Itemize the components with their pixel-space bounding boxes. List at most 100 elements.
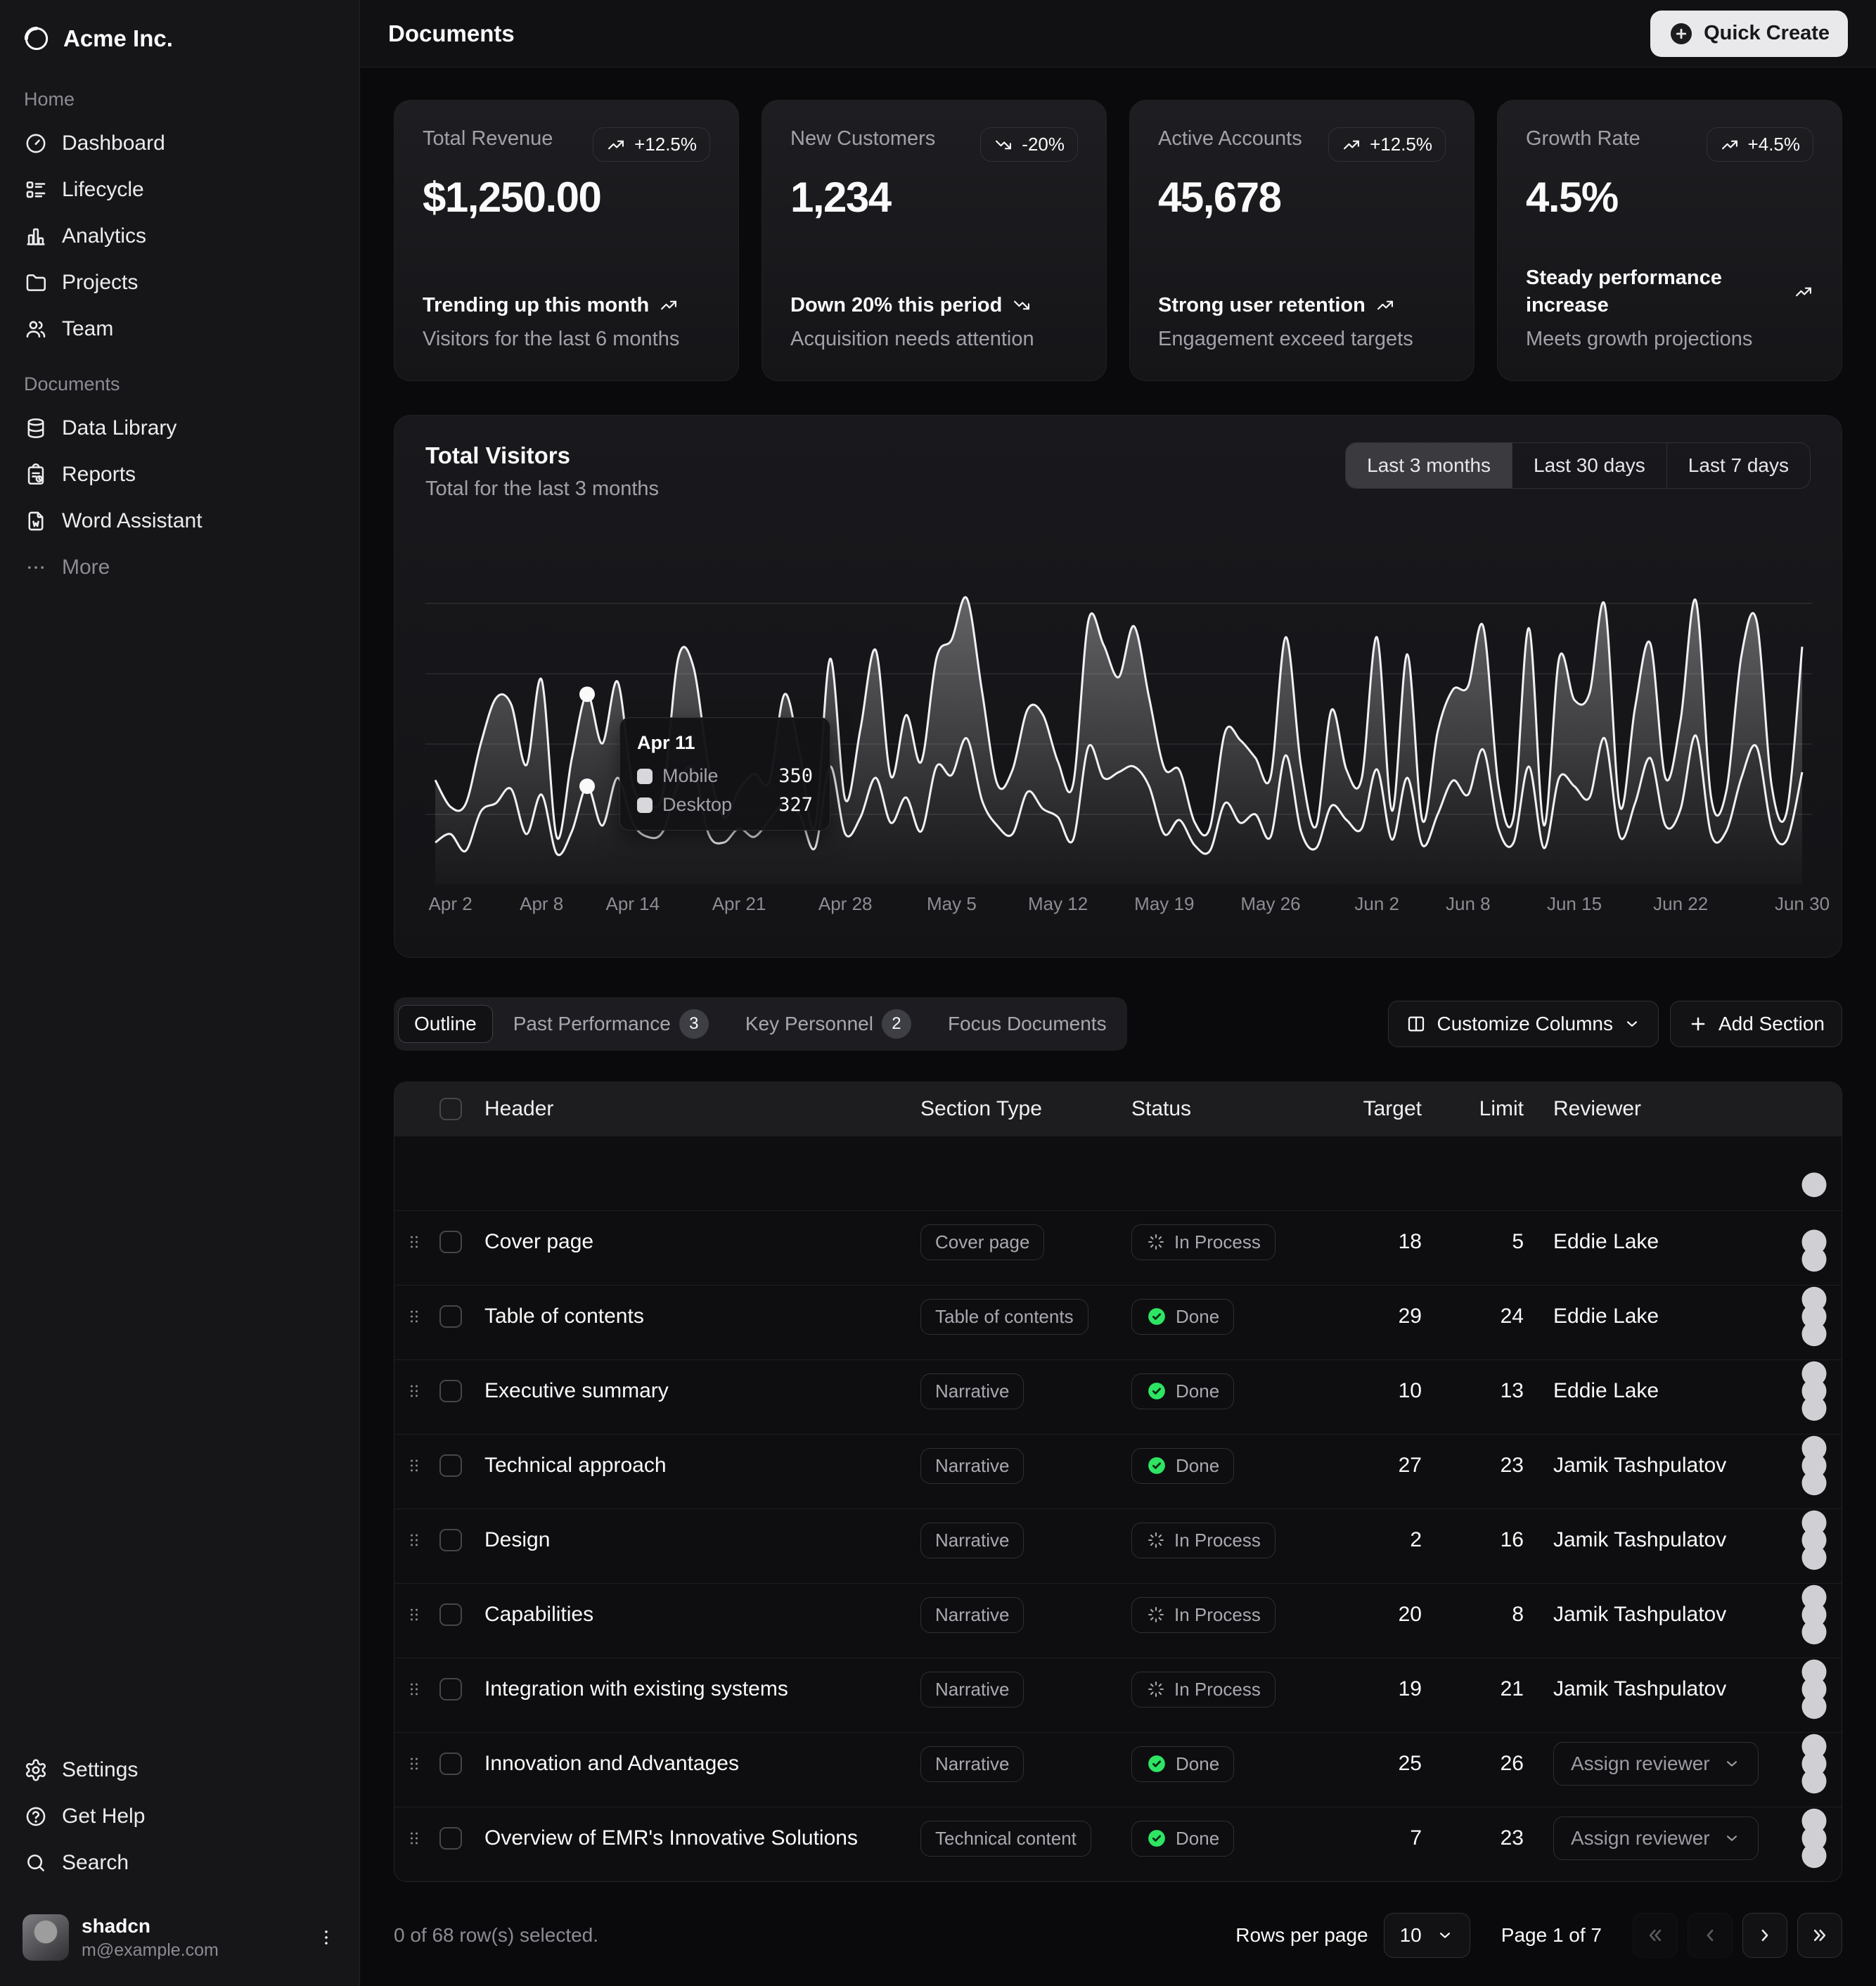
row-checkbox[interactable] (439, 1305, 462, 1328)
row-checkbox[interactable] (439, 1380, 462, 1402)
range-last-30-days[interactable]: Last 30 days (1512, 443, 1666, 488)
sidebar-item-word-assistant[interactable]: Word Assistant (11, 498, 348, 544)
row-header[interactable]: Integration with existing systems (479, 1677, 915, 1701)
first-page-button[interactable] (1633, 1913, 1678, 1958)
grip-vertical-icon (404, 1679, 425, 1700)
grip-vertical-icon (404, 1604, 425, 1625)
row-header[interactable]: Overview of EMR's Innovative Solutions (479, 1826, 915, 1850)
avatar (23, 1914, 69, 1961)
limit-value[interactable]: 26 (1446, 1752, 1548, 1776)
stat-card-growth-rate: Growth Rate +4.5% 4.5% Steady performanc… (1497, 100, 1842, 381)
tab-count-badge: 3 (679, 1009, 709, 1039)
customize-columns-button[interactable]: Customize Columns (1388, 1001, 1659, 1047)
select-all-checkbox[interactable] (439, 1098, 462, 1120)
quick-create-button[interactable]: Quick Create (1650, 11, 1848, 57)
chevron-right-icon (1754, 1925, 1775, 1946)
row-header[interactable]: Cover page (479, 1230, 915, 1254)
limit-value[interactable]: 5 (1446, 1230, 1548, 1254)
rows-per-page-select[interactable]: 10 (1384, 1913, 1470, 1958)
target-value[interactable]: 27 (1344, 1454, 1446, 1478)
sidebar-item-reports[interactable]: Reports (11, 451, 348, 498)
limit-value[interactable]: 23 (1446, 1826, 1548, 1850)
sidebar-item-search[interactable]: Search (11, 1840, 348, 1886)
stat-footnote-secondary: Meets growth projections (1526, 328, 1813, 351)
target-value[interactable]: 10 (1344, 1379, 1446, 1403)
target-value[interactable]: 18 (1344, 1230, 1446, 1254)
stat-value: 45,678 (1158, 173, 1446, 222)
target-value[interactable]: 25 (1344, 1752, 1446, 1776)
columns-icon (1406, 1013, 1427, 1034)
last-page-button[interactable] (1797, 1913, 1842, 1958)
tab-outline[interactable]: Outline (398, 1005, 493, 1043)
trend-badge: -20% (980, 127, 1078, 162)
row-actions-button[interactable] (1787, 1807, 1842, 1882)
drag-handle[interactable] (394, 1455, 434, 1476)
user-email: m@example.com (82, 1940, 219, 1961)
target-value[interactable]: 29 (1344, 1305, 1446, 1328)
row-checkbox[interactable] (439, 1454, 462, 1477)
row-header[interactable]: Table of contents (479, 1305, 915, 1328)
next-page-button[interactable] (1742, 1913, 1787, 1958)
drag-handle[interactable] (394, 1306, 434, 1327)
target-value[interactable]: 20 (1344, 1603, 1446, 1627)
row-checkbox[interactable] (439, 1231, 462, 1253)
tab-past-performance[interactable]: Past Performance 3 (497, 1001, 725, 1046)
sidebar-item-lifecycle[interactable]: Lifecycle (11, 167, 348, 213)
sidebar-item-data-library[interactable]: Data Library (11, 405, 348, 451)
column-header-header: Header (479, 1097, 915, 1121)
drag-handle[interactable] (394, 1231, 434, 1253)
target-value[interactable]: 19 (1344, 1677, 1446, 1701)
status-badge: Done (1131, 1373, 1234, 1409)
row-checkbox[interactable] (439, 1678, 462, 1700)
row-header[interactable]: Executive summary (479, 1379, 915, 1403)
drag-handle[interactable] (394, 1380, 434, 1402)
reviewer-name: Jamik Tashpulatov (1553, 1677, 1726, 1701)
range-last-3-months[interactable]: Last 3 months (1346, 443, 1512, 488)
area-chart[interactable]: Apr 11 Mobile 350 Desktop 327 (394, 515, 1842, 885)
limit-value[interactable]: 21 (1446, 1677, 1548, 1701)
row-header[interactable]: Capabilities (479, 1603, 915, 1627)
drag-handle[interactable] (394, 1828, 434, 1849)
sidebar-item-team[interactable]: Team (11, 306, 348, 352)
range-last-7-days[interactable]: Last 7 days (1666, 443, 1810, 488)
target-value[interactable]: 2 (1344, 1528, 1446, 1552)
row-checkbox[interactable] (439, 1753, 462, 1775)
sidebar-item-more[interactable]: More (11, 544, 348, 591)
row-checkbox[interactable] (439, 1529, 462, 1551)
selection-status: 0 of 68 row(s) selected. (394, 1924, 598, 1947)
previous-page-button[interactable] (1688, 1913, 1733, 1958)
settings-icon (24, 1758, 48, 1782)
row-header[interactable]: Design (479, 1528, 915, 1552)
drag-handle[interactable] (394, 1604, 434, 1625)
folder-icon (24, 271, 48, 295)
limit-value[interactable]: 24 (1446, 1305, 1548, 1328)
sidebar-item-analytics[interactable]: Analytics (11, 213, 348, 260)
limit-value[interactable]: 13 (1446, 1379, 1548, 1403)
limit-value[interactable]: 16 (1446, 1528, 1548, 1552)
section-type-badge: Narrative (920, 1746, 1024, 1782)
tab-key-personnel[interactable]: Key Personnel 2 (729, 1001, 927, 1046)
drag-handle[interactable] (394, 1530, 434, 1551)
limit-value[interactable]: 8 (1446, 1603, 1548, 1627)
drag-handle[interactable] (394, 1753, 434, 1774)
tab-focus-documents[interactable]: Focus Documents (932, 1005, 1123, 1043)
sidebar-item-projects[interactable]: Projects (11, 260, 348, 306)
sidebar-item-dashboard[interactable]: Dashboard (11, 120, 348, 167)
sidebar-item-get-help[interactable]: Get Help (11, 1793, 348, 1840)
trend-up-icon (1720, 135, 1740, 155)
user-menu[interactable]: shadcn m@example.com (11, 1904, 348, 1971)
status-badge: Done (1131, 1448, 1234, 1484)
brand[interactable]: Acme Inc. (11, 10, 348, 68)
add-section-button[interactable]: Add Section (1670, 1001, 1842, 1047)
circle-plus-icon (1669, 21, 1694, 46)
row-checkbox[interactable] (439, 1603, 462, 1626)
row-header[interactable]: Innovation and Advantages (479, 1752, 915, 1776)
row-checkbox[interactable] (439, 1827, 462, 1850)
target-value[interactable]: 7 (1344, 1826, 1446, 1850)
drag-handle[interactable] (394, 1679, 434, 1700)
limit-value[interactable]: 23 (1446, 1454, 1548, 1478)
trend-down-icon (1012, 295, 1032, 315)
row-header[interactable]: Technical approach (479, 1454, 915, 1478)
time-range-toggle: Last 3 months Last 30 days Last 7 days (1345, 442, 1811, 489)
sidebar-item-settings[interactable]: Settings (11, 1747, 348, 1793)
